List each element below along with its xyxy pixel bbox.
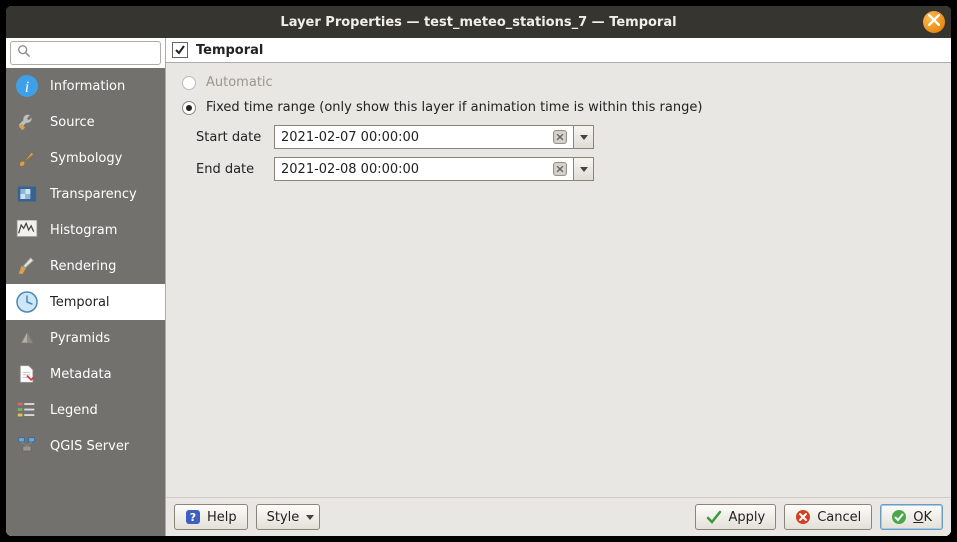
legend-icon <box>14 397 40 423</box>
sidebar-item-label: Histogram <box>50 223 117 238</box>
histogram-icon <box>14 217 40 243</box>
cancel-button[interactable]: Cancel <box>784 504 872 530</box>
help-button-label: Help <box>207 510 237 525</box>
end-date-dropdown-button[interactable] <box>574 157 594 181</box>
help-icon: ? <box>185 509 201 525</box>
close-button[interactable] <box>923 11 945 33</box>
sidebar-item-label: Symbology <box>50 151 122 166</box>
start-date-input[interactable]: 2021-02-07 00:00:00 <box>274 125 574 149</box>
end-date-field: 2021-02-08 00:00:00 <box>274 157 594 181</box>
start-date-label: Start date <box>196 130 266 145</box>
svg-text:?: ? <box>190 511 196 524</box>
start-date-field: 2021-02-07 00:00:00 <box>274 125 594 149</box>
ok-button[interactable]: OK <box>880 504 943 530</box>
sidebar-item-source[interactable]: Source <box>6 104 165 140</box>
information-icon: i <box>14 73 40 99</box>
clear-icon[interactable] <box>553 130 567 144</box>
start-date-dropdown-button[interactable] <box>574 125 594 149</box>
document-icon <box>14 361 40 387</box>
ok-icon <box>891 509 907 525</box>
sidebar-item-label: Transparency <box>50 187 137 202</box>
sidebar-item-symbology[interactable]: Symbology <box>6 140 165 176</box>
ok-button-label: OK <box>913 510 932 525</box>
close-icon <box>928 14 940 30</box>
sidebar-item-label: Pyramids <box>50 331 110 346</box>
clock-icon <box>14 289 40 315</box>
apply-button[interactable]: Apply <box>695 504 776 530</box>
server-icon <box>14 433 40 459</box>
brush-icon <box>14 145 40 171</box>
sidebar-item-histogram[interactable]: Histogram <box>6 212 165 248</box>
chevron-down-icon <box>305 510 315 525</box>
sidebar-item-pyramids[interactable]: Pyramids <box>6 320 165 356</box>
search-icon <box>17 44 31 62</box>
sidebar-item-qgis-server[interactable]: QGIS Server <box>6 428 165 464</box>
style-button-label: Style <box>267 510 300 525</box>
sidebar-list: i Information Source Symbology <box>6 68 165 536</box>
automatic-label: Automatic <box>206 75 273 90</box>
main-panel: Temporal Automatic Fixed time range (onl… <box>166 38 951 536</box>
start-date-value: 2021-02-07 00:00:00 <box>281 130 419 145</box>
sidebar-item-metadata[interactable]: Metadata <box>6 356 165 392</box>
help-button[interactable]: ? Help <box>174 504 248 530</box>
apply-button-label: Apply <box>728 510 765 525</box>
button-bar: ? Help Style Apply <box>166 497 951 536</box>
check-icon <box>706 509 722 525</box>
temporal-header-label: Temporal <box>196 43 263 58</box>
paintbrush-icon <box>14 253 40 279</box>
sidebar-item-transparency[interactable]: Transparency <box>6 176 165 212</box>
temporal-enable-checkbox[interactable] <box>172 42 188 58</box>
transparency-icon <box>14 181 40 207</box>
end-date-label: End date <box>196 162 266 177</box>
svg-text:i: i <box>25 79 29 96</box>
wrench-icon <box>14 109 40 135</box>
style-button[interactable]: Style <box>256 504 321 530</box>
automatic-radio[interactable] <box>182 76 196 90</box>
fixed-range-radio[interactable] <box>182 101 196 115</box>
fixed-range-label: Fixed time range (only show this layer i… <box>206 100 702 115</box>
fixed-range-option: Fixed time range (only show this layer i… <box>182 100 935 115</box>
sidebar-item-temporal[interactable]: Temporal <box>6 284 165 320</box>
end-date-input[interactable]: 2021-02-08 00:00:00 <box>274 157 574 181</box>
cancel-icon <box>795 509 811 525</box>
clear-icon[interactable] <box>553 162 567 176</box>
sidebar-item-legend[interactable]: Legend <box>6 392 165 428</box>
dialog-window: Layer Properties — test_meteo_stations_7… <box>6 6 951 536</box>
sidebar-item-label: Legend <box>50 403 98 418</box>
sidebar-item-label: QGIS Server <box>50 439 129 454</box>
automatic-option: Automatic <box>182 75 935 90</box>
sidebar-item-label: Information <box>50 79 125 94</box>
sidebar-item-label: Metadata <box>50 367 112 382</box>
window-title: Layer Properties — test_meteo_stations_7… <box>280 15 676 30</box>
titlebar: Layer Properties — test_meteo_stations_7… <box>6 6 951 38</box>
sidebar-item-label: Source <box>50 115 95 130</box>
search-input-wrap[interactable] <box>10 41 161 65</box>
temporal-settings: Automatic Fixed time range (only show th… <box>166 63 951 497</box>
cancel-button-label: Cancel <box>817 510 861 525</box>
pyramids-icon <box>14 325 40 351</box>
sidebar-item-information[interactable]: i Information <box>6 68 165 104</box>
end-date-value: 2021-02-08 00:00:00 <box>281 162 419 177</box>
sidebar-item-rendering[interactable]: Rendering <box>6 248 165 284</box>
sidebar-item-label: Rendering <box>50 259 116 274</box>
sidebar-item-label: Temporal <box>50 295 110 310</box>
sidebar: i Information Source Symbology <box>6 38 166 536</box>
temporal-header: Temporal <box>166 38 951 63</box>
